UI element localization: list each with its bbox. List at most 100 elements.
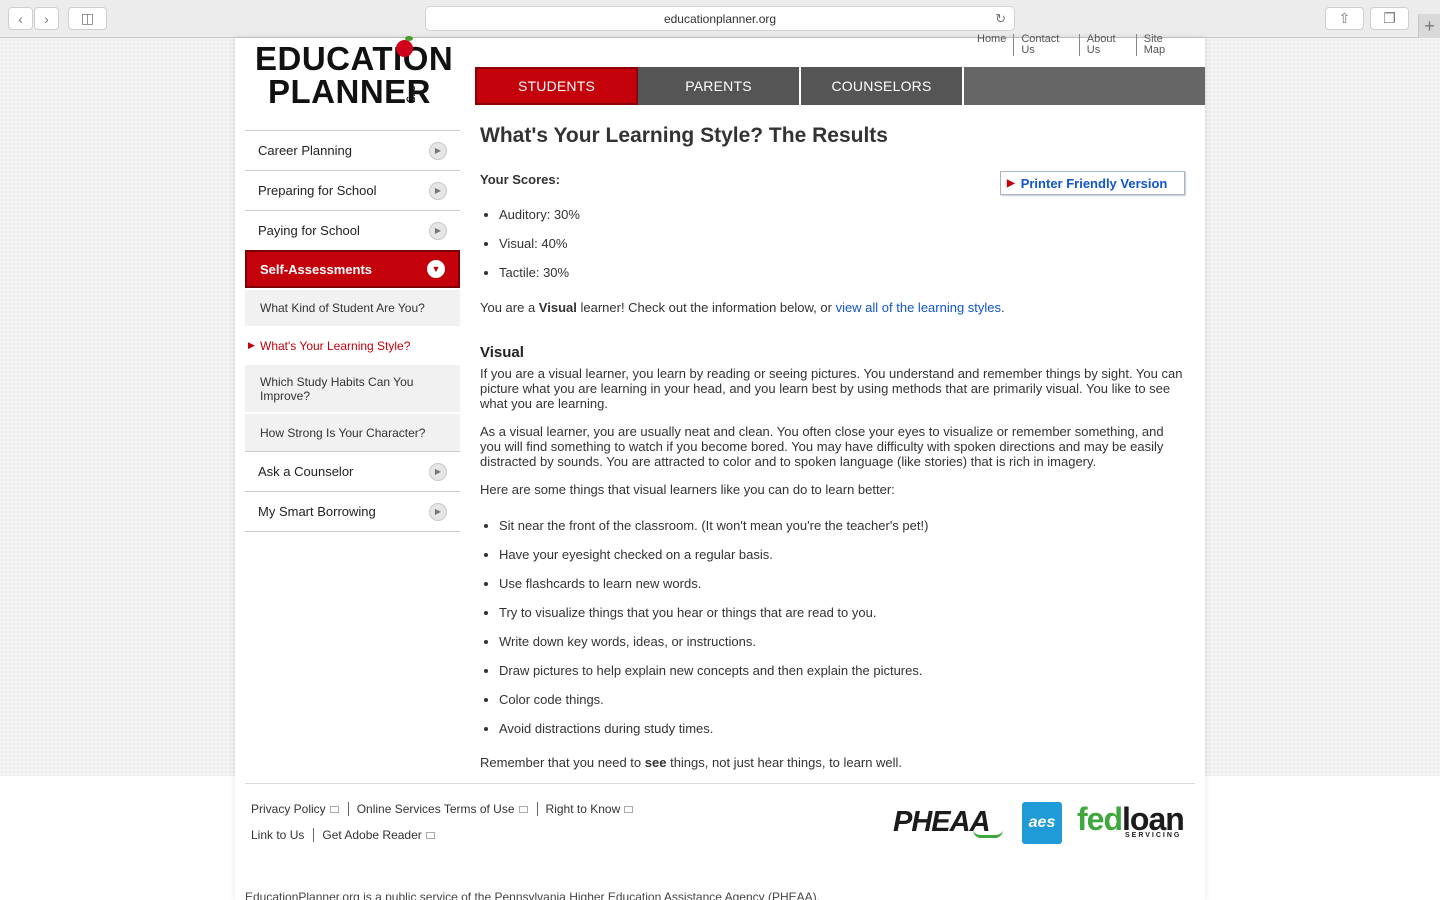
terms-of-use-link[interactable]: Online Services Terms of Use [357,802,538,816]
list-item: Avoid distractions during study times. [499,721,928,750]
external-link-icon [425,831,435,839]
play-arrow-icon: ▶ [429,221,447,240]
fedloan-servicing-label: SERVICING [1125,832,1182,839]
tips-list: Sit near the front of the classroom. (It… [499,518,928,750]
link-label: Online Services Terms of Use [356,802,515,816]
learner-type: Visual [538,300,577,315]
learner-text: You are a [480,300,539,315]
sidebar-subitem-character[interactable]: How Strong Is Your Character? [245,412,460,451]
subitem-label: What's Your Learning Style? [260,338,411,353]
play-arrow-icon: ▶ [429,502,447,521]
aes-logo[interactable]: aes [1022,802,1062,844]
closing-text: Remember that you need to [480,755,645,770]
adobe-reader-link[interactable]: Get Adobe Reader [322,828,443,842]
link-label: Right to Know [545,802,621,816]
leaf-icon [405,36,413,41]
chevron-right-icon: › [44,10,49,27]
link-label: Get Adobe Reader [322,828,422,842]
link-label: Privacy Policy [251,802,326,816]
sidebar-nav: Career Planning ▶ Preparing for School ▶… [245,130,460,532]
fedloan-logo-part: fed [1077,801,1123,837]
paragraph: As a visual learner, you are usually nea… [480,424,1164,469]
footer-links-row-2: Link to Us Get Adobe Reader [251,828,444,842]
printer-friendly-button[interactable]: ▶ Printer Friendly Version [1000,171,1185,195]
learner-text: learner! Check out the information below… [576,300,836,315]
list-item: Draw pictures to help explain new concep… [499,663,928,692]
list-item: Have your eyesight checked on a regular … [499,547,928,576]
audience-tabs: STUDENTS PARENTS COUNSELORS [475,67,1205,105]
sidebar-divider [245,531,460,532]
sidebar-subitem-learning-style[interactable]: ▶ What's Your Learning Style? [245,326,460,363]
logo-suffix: .org [406,82,418,103]
subitem-label: What Kind of Student Are You? [260,301,425,315]
play-arrow-icon: ▶ [429,181,447,200]
plus-icon: + [1424,15,1435,36]
home-link[interactable]: Home [970,34,1015,56]
share-button[interactable]: ⇧ [1325,7,1364,30]
learner-result: You are a Visual learner! Check out the … [480,300,1005,315]
site-logo[interactable]: EDUCATION PLANNER .org [255,36,453,109]
back-button[interactable]: ‹ [8,7,33,30]
learner-text: . [1001,300,1005,315]
sidebar-item-ask-a-counselor[interactable]: Ask a Counselor ▶ [245,451,460,491]
list-item: Auditory: 30% [499,207,580,236]
link-label: Link to Us [251,828,305,842]
privacy-policy-link[interactable]: Privacy Policy [251,802,349,816]
forward-button[interactable]: › [34,7,59,30]
sidebar-item-label: Self-Assessments [260,261,372,277]
reload-icon[interactable]: ↻ [995,11,1006,27]
list-item: Use flashcards to learn new words. [499,576,928,605]
tab-parents[interactable]: PARENTS [638,67,801,105]
sidebar-item-career-planning[interactable]: Career Planning ▶ [245,130,460,170]
address-bar[interactable]: educationplanner.org ↻ [425,6,1015,31]
sidebar-item-preparing-for-school[interactable]: Preparing for School ▶ [245,170,460,210]
utility-links: Home Contact Us About Us Site Map [970,34,1200,56]
sidebar-item-self-assessments[interactable]: Self-Assessments ▼ [245,250,460,288]
list-item: Color code things. [499,692,928,721]
list-item: Visual: 40% [499,236,580,265]
tabs-icon: ❐ [1383,10,1396,26]
subitem-label: Which Study Habits Can You Improve? [260,374,414,403]
tabs-overview-button[interactable]: ❐ [1370,7,1409,30]
sidebar-item-label: Paying for School [258,223,360,238]
tab-counselors[interactable]: COUNSELORS [801,67,964,105]
sidebar-item-paying-for-school[interactable]: Paying for School ▶ [245,210,460,250]
scores-label: Your Scores: [480,172,560,187]
sidebar-item-label: My Smart Borrowing [258,504,376,519]
about-us-link[interactable]: About Us [1080,34,1137,56]
swoosh-icon [973,830,1003,838]
sidebar-subitem-student-type[interactable]: What Kind of Student Are You? [245,288,460,326]
external-link-icon [329,805,339,813]
section-heading: Visual [480,344,524,361]
list-item: Tactile: 30% [499,265,580,294]
list-item: Write down key words, ideas, or instruct… [499,634,928,663]
sidebar-toggle-button[interactable]: ◫ [68,7,107,30]
contact-us-link[interactable]: Contact Us [1014,34,1080,56]
footer-divider [245,783,1195,784]
site-map-link[interactable]: Site Map [1137,34,1200,56]
sidebar-item-label: Career Planning [258,143,352,158]
closing-emphasis: see [644,755,667,770]
right-to-know-link[interactable]: Right to Know [546,802,643,816]
closing-text: things, not just hear things, to learn w… [666,755,903,770]
partner-logos: PHEAA aes fedloan SERVICING [893,800,1188,846]
play-arrow-icon: ▶ [429,141,447,160]
tab-students[interactable]: STUDENTS [475,67,638,105]
view-all-styles-link[interactable]: view all of the learning styles [836,300,1001,315]
link-to-us-link[interactable]: Link to Us [251,828,315,842]
paragraph: If you are a visual learner, you learn b… [480,366,1183,411]
current-marker-icon: ▶ [248,340,255,350]
sidebar-item-my-smart-borrowing[interactable]: My Smart Borrowing ▶ [245,491,460,531]
external-link-icon [518,805,528,813]
logo-line-1: EDUCATION [255,40,454,77]
footer-links-row-1: Privacy Policy Online Services Terms of … [251,802,642,816]
closing-note: Remember that you need to see things, no… [480,755,902,770]
sidebar-subitem-study-habits[interactable]: Which Study Habits Can You Improve? [245,363,460,412]
list-item: Sit near the front of the classroom. (It… [499,518,928,547]
browser-toolbar: ‹ › ◫ educationplanner.org ↻ ⇧ ❐ [0,0,1440,38]
url-text: educationplanner.org [663,11,777,26]
new-tab-button[interactable]: + [1418,14,1440,38]
printer-friendly-label: Printer Friendly Version [1020,175,1168,191]
external-link-icon [624,805,634,813]
apple-icon [396,40,413,57]
